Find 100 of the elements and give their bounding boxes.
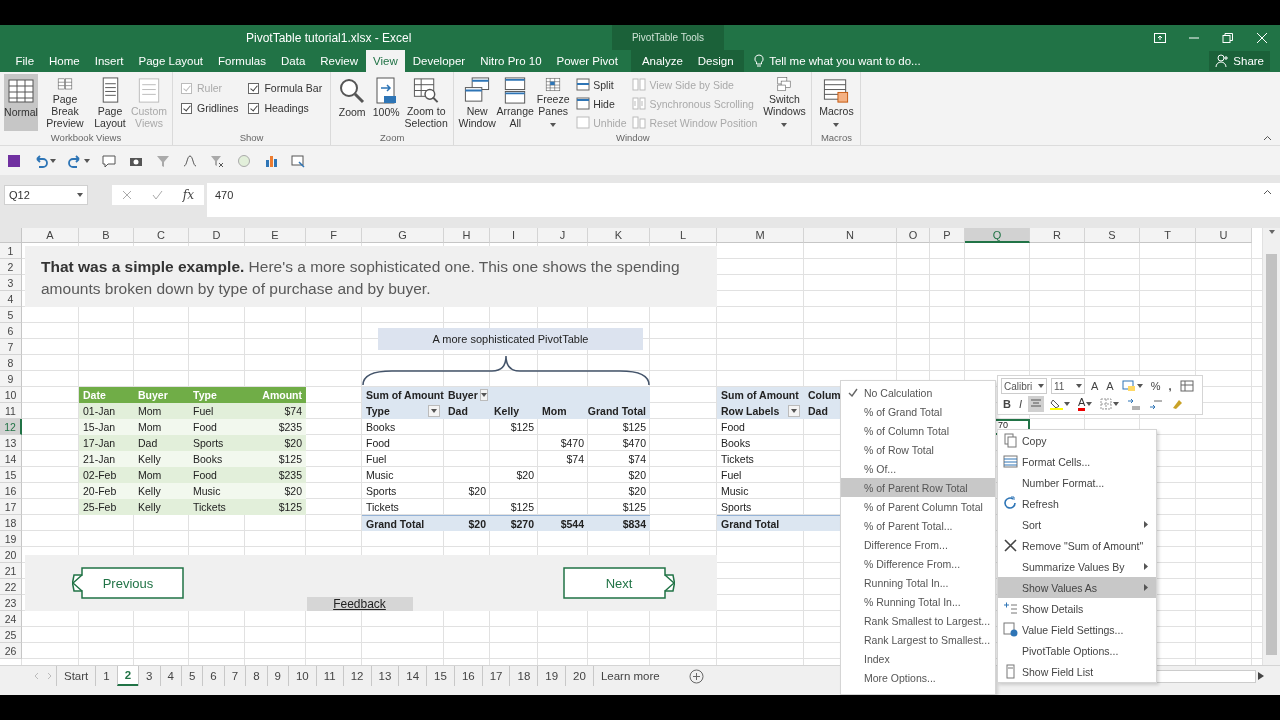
ribbon-tab[interactable]: Analyze bbox=[634, 50, 691, 72]
restore-icon[interactable] bbox=[1222, 32, 1234, 43]
row-header[interactable]: 13 bbox=[0, 435, 22, 451]
menu-item[interactable]: Remove "Sum of Amount" bbox=[998, 535, 1156, 556]
row-header[interactable]: 2 bbox=[0, 259, 22, 275]
row-header[interactable]: 16 bbox=[0, 483, 22, 499]
next-button[interactable]: Next bbox=[563, 567, 675, 599]
menu-item[interactable]: Rank Smallest to Largest... bbox=[841, 611, 995, 630]
menu-item[interactable]: % of Row Total bbox=[841, 440, 995, 459]
checkbox[interactable] bbox=[181, 102, 192, 114]
toolbar-button[interactable] bbox=[101, 152, 117, 169]
column-header[interactable]: H bbox=[444, 228, 490, 243]
toolbar-button[interactable] bbox=[33, 152, 56, 169]
column-header[interactable]: O bbox=[897, 228, 930, 243]
column-header[interactable]: C bbox=[134, 228, 189, 243]
column-header[interactable]: T bbox=[1140, 228, 1196, 243]
formula-input[interactable]: 470 bbox=[207, 183, 1280, 217]
row-header[interactable]: 24 bbox=[0, 611, 22, 627]
ribbon-tab[interactable]: View bbox=[365, 50, 406, 72]
toolbar-button[interactable] bbox=[6, 152, 22, 169]
ribbon-tab[interactable]: Developer bbox=[405, 50, 473, 72]
ribbon-tab[interactable]: Formulas bbox=[210, 50, 274, 72]
row-header[interactable]: 6 bbox=[0, 323, 22, 339]
ribbon-tab[interactable]: Review bbox=[312, 50, 366, 72]
ribbon-button[interactable]: Page Layout bbox=[92, 74, 128, 131]
comma-button[interactable]: , bbox=[1166, 378, 1174, 394]
ribbon-button[interactable]: Freeze Panes bbox=[534, 74, 573, 131]
column-header[interactable]: G bbox=[362, 228, 444, 243]
row-header[interactable]: 22 bbox=[0, 579, 22, 595]
menu-item[interactable]: Show Values As bbox=[998, 577, 1156, 598]
format-painter-button[interactable] bbox=[1177, 378, 1196, 394]
scroll-right-icon[interactable] bbox=[1258, 672, 1264, 680]
menu-item[interactable]: Copy bbox=[998, 430, 1156, 451]
ribbon-button[interactable]: New Window bbox=[458, 74, 497, 131]
ribbon-tab[interactable]: Data bbox=[273, 50, 313, 72]
column-header[interactable]: E bbox=[245, 228, 306, 243]
font-color-button[interactable]: A bbox=[1076, 396, 1095, 412]
sheet-tab[interactable]: 2 bbox=[116, 666, 139, 686]
row-header[interactable]: 26 bbox=[0, 643, 22, 659]
toolbar-button[interactable] bbox=[67, 152, 90, 169]
row-header[interactable]: 1 bbox=[0, 243, 22, 259]
shrink-font-button[interactable]: A bbox=[1104, 378, 1116, 394]
menu-item[interactable]: % Running Total In... bbox=[841, 592, 995, 611]
ribbon-button[interactable]: Normal bbox=[4, 74, 38, 131]
ribbon-button[interactable]: 100% bbox=[371, 74, 402, 131]
name-box[interactable]: Q12 bbox=[4, 185, 88, 205]
ribbon-tab[interactable]: File bbox=[8, 50, 42, 72]
checkbox[interactable] bbox=[248, 82, 260, 94]
ribbon-button[interactable]: Page Break Preview bbox=[40, 74, 90, 131]
menu-item[interactable]: Number Format... bbox=[998, 472, 1156, 493]
grow-font-button[interactable]: A bbox=[1089, 378, 1101, 394]
column-header[interactable]: R bbox=[1030, 228, 1085, 243]
menu-item[interactable]: Sort bbox=[998, 514, 1156, 535]
menu-item[interactable]: Value Field Settings... bbox=[998, 619, 1156, 640]
menu-item[interactable]: Index bbox=[841, 649, 995, 668]
menu-item[interactable]: % of Parent Column Total bbox=[841, 497, 995, 516]
column-header[interactable]: P bbox=[930, 228, 965, 243]
menu-item[interactable]: % of Parent Row Total bbox=[841, 478, 995, 497]
filter-dropdown-button[interactable] bbox=[428, 405, 440, 417]
percent-button[interactable]: % bbox=[1148, 378, 1163, 394]
row-header[interactable]: 18 bbox=[0, 515, 22, 531]
column-header[interactable]: B bbox=[79, 228, 134, 243]
column-header[interactable]: S bbox=[1085, 228, 1140, 243]
row-header[interactable]: 21 bbox=[0, 563, 22, 579]
column-header[interactable]: I bbox=[490, 228, 538, 243]
menu-item[interactable]: % Difference From... bbox=[841, 554, 995, 573]
insert-function-button[interactable]: fx bbox=[182, 188, 194, 202]
tell-me-field[interactable]: Tell me what you want to do... bbox=[754, 50, 921, 72]
row-header[interactable]: 9 bbox=[0, 371, 22, 387]
ribbon-button[interactable]: Split bbox=[574, 76, 629, 93]
column-header[interactable]: Q bbox=[965, 228, 1030, 243]
menu-item[interactable]: % of Parent Total... bbox=[841, 516, 995, 535]
ribbon-tab[interactable]: Design bbox=[690, 50, 742, 72]
row-header[interactable]: 19 bbox=[0, 531, 22, 547]
row-header[interactable]: 4 bbox=[0, 291, 22, 307]
add-sheet-button[interactable] bbox=[688, 666, 704, 686]
ribbon-tab[interactable]: Nitro Pro 10 bbox=[472, 50, 550, 72]
row-header[interactable]: 11 bbox=[0, 403, 22, 419]
row-header[interactable]: 12 bbox=[0, 419, 22, 435]
close-icon[interactable] bbox=[1256, 32, 1268, 43]
collapse-ribbon-icon[interactable] bbox=[1263, 135, 1272, 141]
italic-button[interactable]: I bbox=[1016, 396, 1024, 412]
filter-dropdown-button[interactable] bbox=[479, 389, 488, 401]
row-header[interactable]: 7 bbox=[0, 339, 22, 355]
menu-item[interactable]: % Of... bbox=[841, 459, 995, 478]
column-header[interactable]: F bbox=[306, 228, 362, 243]
ribbon-tab[interactable]: Home bbox=[41, 50, 88, 72]
ribbon-button[interactable]: Hide bbox=[574, 95, 629, 112]
row-header[interactable]: 23 bbox=[0, 595, 22, 611]
column-header[interactable]: A bbox=[22, 228, 79, 243]
font-field[interactable]: Calibri bbox=[1001, 378, 1047, 394]
menu-item[interactable]: Rank Largest to Smallest... bbox=[841, 630, 995, 649]
menu-item[interactable]: More Options... bbox=[841, 668, 995, 687]
row-header[interactable]: 8 bbox=[0, 355, 22, 371]
expand-icon[interactable] bbox=[1263, 189, 1272, 195]
menu-item[interactable]: Show Details bbox=[998, 598, 1156, 619]
menu-item[interactable]: Refresh bbox=[998, 493, 1156, 514]
menu-item[interactable]: % of Grand Total bbox=[841, 402, 995, 421]
ribbon-options-icon[interactable] bbox=[1154, 32, 1166, 43]
vertical-scrollbar[interactable] bbox=[1263, 228, 1280, 665]
